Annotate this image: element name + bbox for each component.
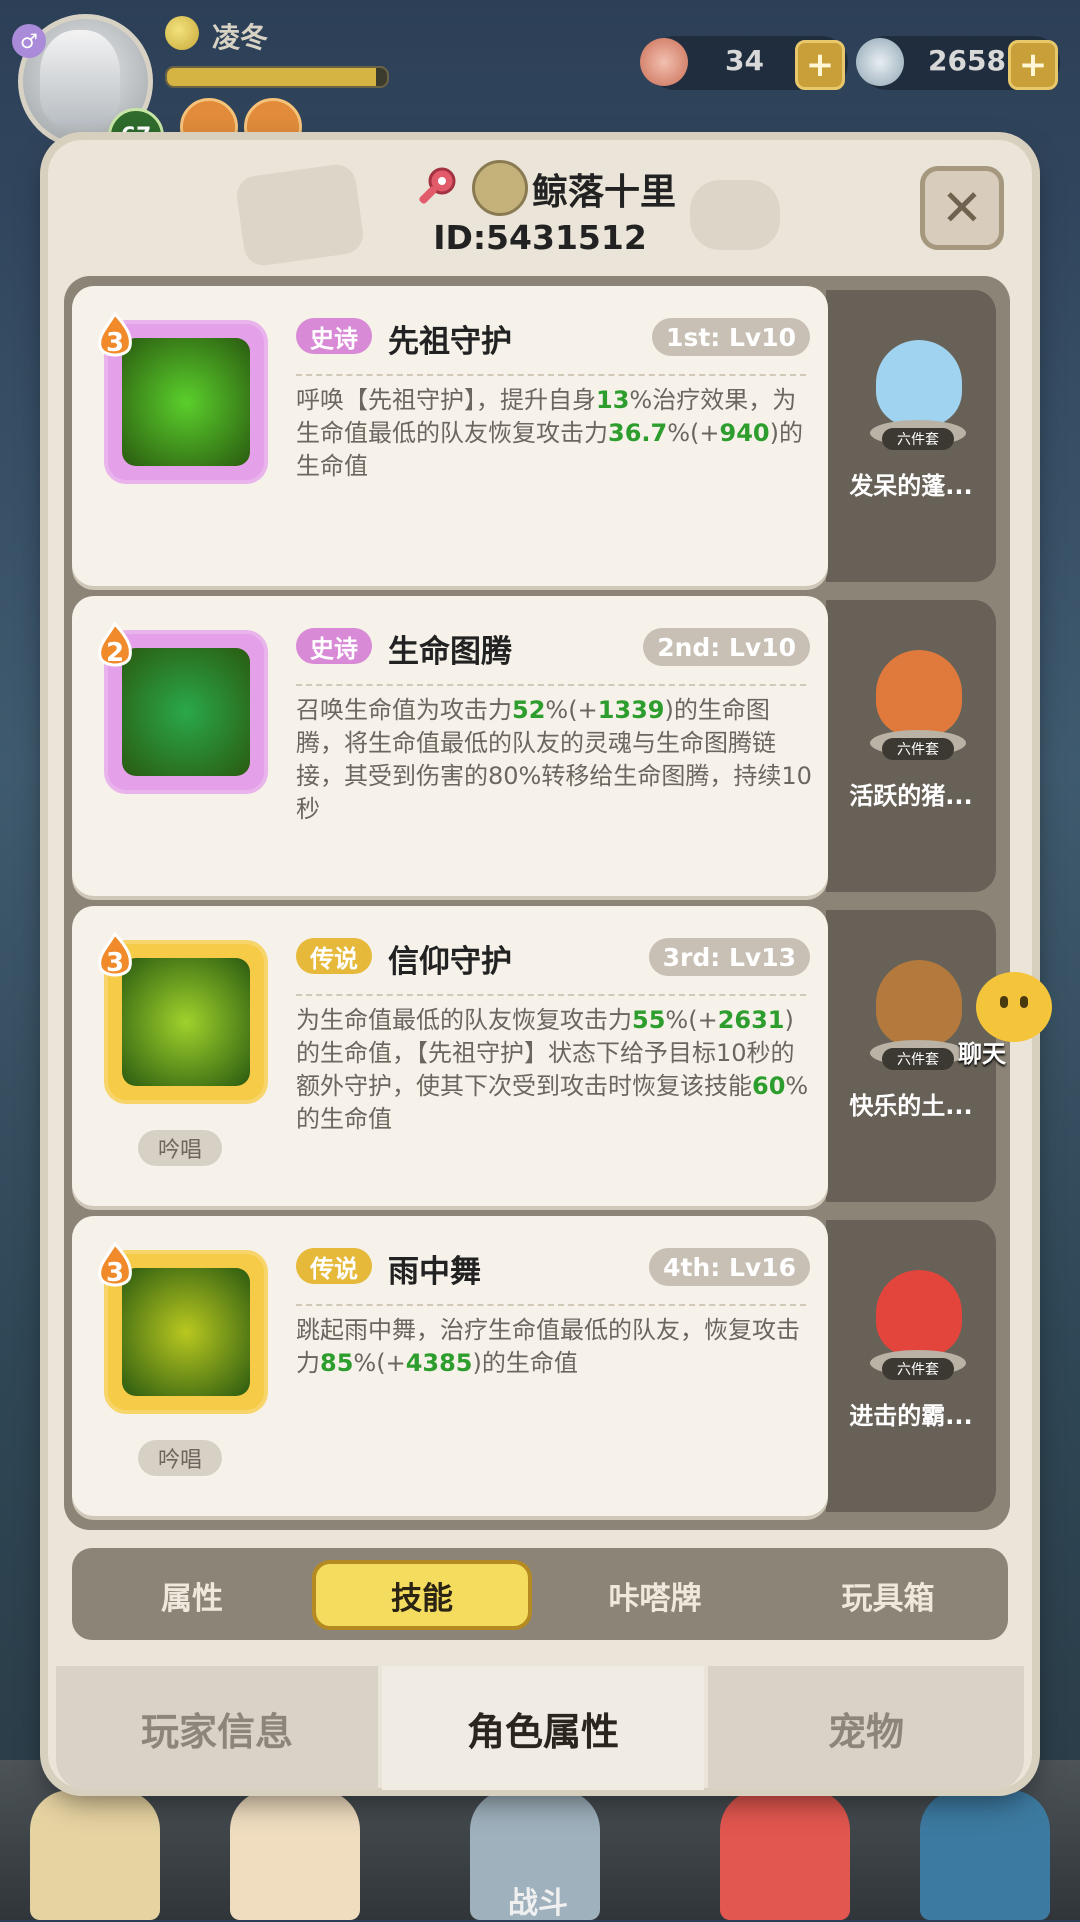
pet-figure	[876, 340, 962, 426]
description-segment: %(+	[665, 1006, 718, 1034]
skill-tier: 2	[105, 638, 125, 668]
description-segment: 55	[632, 1006, 666, 1034]
tab-attributes[interactable]: 属性	[82, 1560, 302, 1630]
skill-description: 呼唤【先祖守护】，提升自身13%治疗效果，为生命值最低的队友恢复攻击力36.7%…	[296, 384, 816, 483]
description-segment: 2631	[717, 1006, 785, 1034]
chat-eye	[1020, 996, 1028, 1008]
skill-art	[122, 958, 250, 1086]
stamina-value: 34	[725, 44, 764, 77]
pet-name: 进击的霸...	[849, 1402, 973, 1430]
chat-label: 聊天	[958, 1040, 1006, 1068]
avatar-portrait	[40, 30, 120, 125]
shell-value: 2658	[928, 44, 1006, 77]
skill-tier: 3	[105, 1258, 125, 1288]
skill-rank: 4th: Lv16	[649, 1248, 810, 1286]
skill-art	[122, 338, 250, 466]
name-emblem-icon	[165, 16, 199, 50]
pet-name: 发呆的蓬...	[849, 472, 973, 500]
divider	[296, 374, 806, 376]
description-segment: 60	[752, 1072, 786, 1100]
tab-toybox[interactable]: 玩具箱	[778, 1560, 998, 1630]
description-segment: 为生命值最低的队友恢复攻击力	[296, 1006, 632, 1034]
key-icon	[419, 167, 456, 204]
tab-pets[interactable]: 宠物	[708, 1666, 1024, 1790]
nav-character-icon[interactable]	[30, 1790, 160, 1920]
pet-figure	[876, 960, 962, 1046]
skill-name: 先祖守护	[388, 324, 512, 360]
nav-battle-label: 战斗	[508, 1886, 568, 1921]
rarity-badge: 史诗	[296, 318, 372, 354]
skill-description: 为生命值最低的队友恢复攻击力55%(+2631)的生命值，【先祖守护】状态下给予…	[296, 1004, 816, 1136]
skill-rank: 2nd: Lv10	[643, 628, 810, 666]
nav-tower-icon[interactable]	[920, 1790, 1050, 1920]
skill-name: 信仰守护	[388, 944, 512, 980]
tab-character-stats[interactable]: 角色属性	[382, 1666, 704, 1790]
pet-name: 活跃的猪...	[849, 782, 973, 810]
description-segment: 36.7	[608, 419, 668, 447]
player-name: 凌冬	[212, 21, 269, 54]
skill-tier: 3	[105, 948, 125, 978]
skill-art	[122, 648, 250, 776]
skill-tier: 3	[105, 328, 125, 358]
divider	[296, 684, 806, 686]
close-button[interactable]: ✕	[920, 166, 1004, 250]
chat-eye	[1000, 996, 1008, 1008]
chant-tag: 吟唱	[138, 1130, 222, 1166]
set-tag: 六件套	[882, 1358, 954, 1380]
description-segment: %(+	[353, 1349, 406, 1377]
pet-name: 快乐的土...	[849, 1092, 973, 1120]
set-tag: 六件套	[882, 1048, 954, 1070]
exp-bar-fill	[167, 68, 376, 86]
profile-id: ID:5431512	[433, 218, 647, 257]
rarity-badge: 传说	[296, 938, 372, 974]
nav-character-icon[interactable]	[230, 1790, 360, 1920]
set-tag: 六件套	[882, 738, 954, 760]
description-segment: 85	[320, 1349, 354, 1377]
skill-rank: 3rd: Lv13	[648, 938, 810, 976]
shell-currency-icon	[856, 38, 904, 86]
rarity-badge: 史诗	[296, 628, 372, 664]
description-segment: 13	[596, 386, 630, 414]
skill-name: 雨中舞	[388, 1254, 481, 1290]
description-segment: 4385	[405, 1349, 473, 1377]
description-segment: )的生命值	[472, 1349, 578, 1377]
exp-bar	[165, 66, 389, 88]
set-tag: 六件套	[882, 428, 954, 450]
chant-tag: 吟唱	[138, 1440, 222, 1476]
stamina-icon	[640, 38, 688, 86]
tab-player-info[interactable]: 玩家信息	[56, 1666, 378, 1790]
chat-button[interactable]	[976, 972, 1052, 1042]
add-stamina-button[interactable]: +	[795, 40, 845, 90]
tab-cards[interactable]: 咔嗒牌	[545, 1560, 765, 1630]
description-segment: 召唤生命值为攻击力	[296, 696, 512, 724]
pet-figure	[876, 1270, 962, 1356]
description-segment: 940	[719, 419, 770, 447]
skill-rank: 1st: Lv10	[652, 318, 810, 356]
guild-badge-icon	[472, 160, 528, 216]
divider	[296, 994, 806, 996]
gender-icon: ♂	[12, 24, 46, 58]
description-segment: %(+	[545, 696, 598, 724]
skill-name: 生命图腾	[388, 634, 512, 670]
description-segment: 呼唤【先祖守护】，提升自身	[296, 386, 596, 414]
skill-art	[122, 1268, 250, 1396]
divider	[296, 1304, 806, 1306]
profile-nickname: 鲸落十里	[532, 172, 677, 213]
skill-description: 召唤生命值为攻击力52%(+1339)的生命图腾，将生命值最低的队友的灵魂与生命…	[296, 694, 816, 826]
description-segment: 52	[512, 696, 546, 724]
nav-character-icon[interactable]	[720, 1790, 850, 1920]
pet-figure	[876, 650, 962, 736]
description-segment: %(+	[667, 419, 720, 447]
add-shell-button[interactable]: +	[1008, 40, 1058, 90]
skill-description: 跳起雨中舞，治疗生命值最低的队友，恢复攻击力85%(+4385)的生命值	[296, 1314, 816, 1380]
description-segment: 1339	[597, 696, 665, 724]
tab-skills[interactable]: 技能	[312, 1560, 532, 1630]
rarity-badge: 传说	[296, 1248, 372, 1284]
